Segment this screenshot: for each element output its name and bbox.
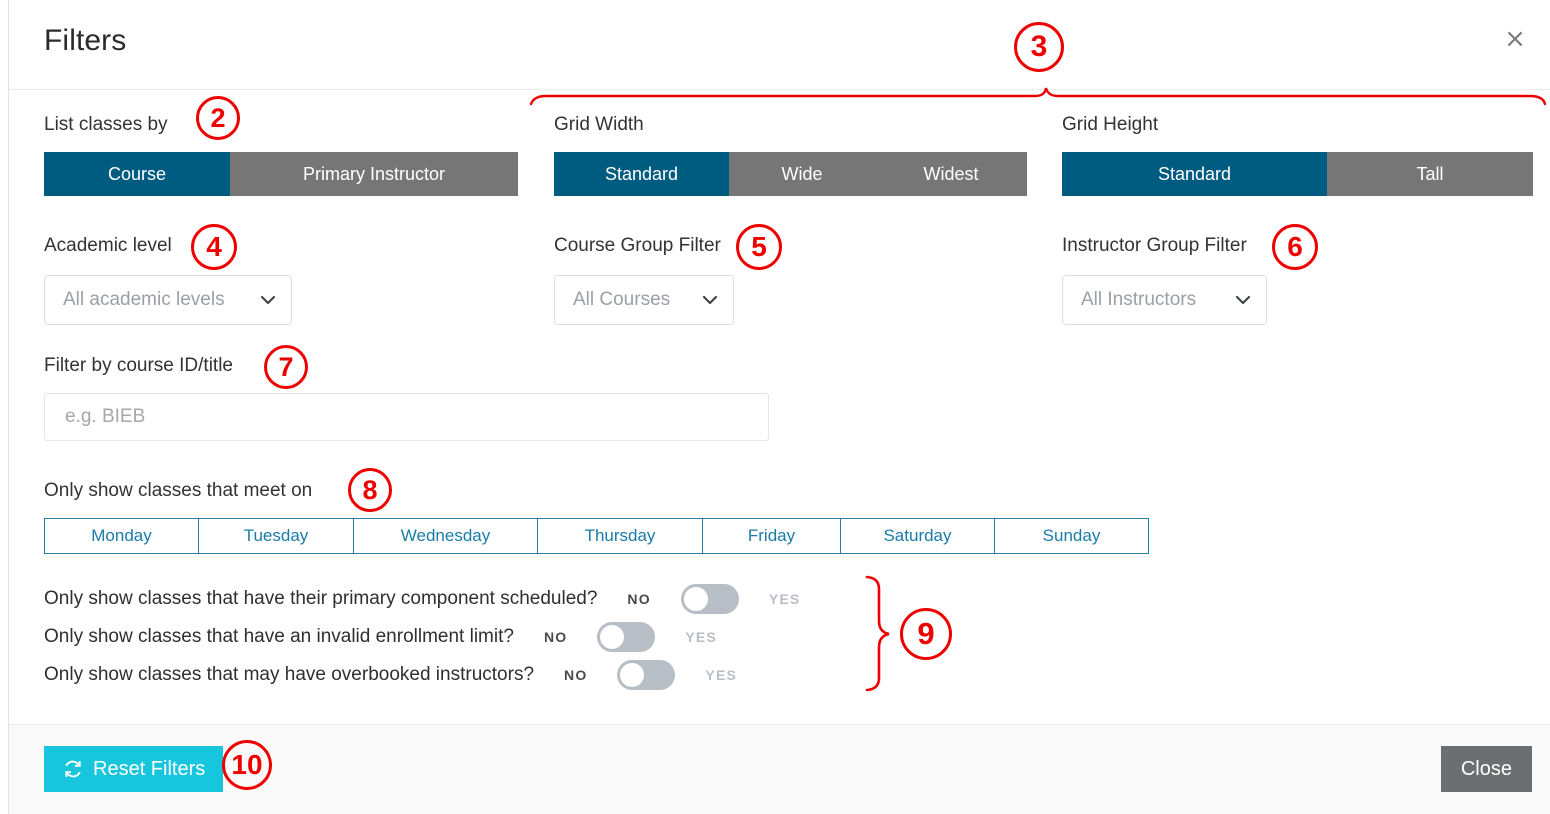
day-button-friday[interactable]: Friday [703, 519, 841, 553]
close-icon[interactable]: × [1498, 22, 1532, 56]
toggle-no-label: NO [544, 629, 567, 645]
course-group-filter-value: All Courses [573, 289, 670, 311]
grid-width-option-wide[interactable]: Wide [729, 152, 875, 196]
reset-filters-button[interactable]: Reset Filters [44, 746, 223, 792]
chevron-down-icon [1234, 291, 1252, 309]
day-button-wednesday[interactable]: Wednesday [354, 519, 538, 553]
grid-height-option-standard[interactable]: Standard [1062, 152, 1327, 196]
toggle-primary-component[interactable] [681, 584, 739, 614]
grid-width-group: Standard Wide Widest [554, 152, 1027, 196]
refresh-icon [62, 758, 84, 780]
instructor-group-filter-value: All Instructors [1081, 289, 1196, 311]
reset-filters-label: Reset Filters [93, 758, 205, 781]
toggle-no-label: NO [564, 667, 587, 683]
modal-header: Filters × [9, 0, 1550, 90]
grid-width-option-widest[interactable]: Widest [875, 152, 1027, 196]
toggle-row-primary-component: Only show classes that have their primar… [44, 584, 800, 614]
course-id-filter-input-wrap[interactable] [44, 393, 769, 441]
toggle-knob [684, 587, 708, 611]
meet-on-label: Only show classes that meet on [44, 480, 312, 502]
instructor-group-filter-select[interactable]: All Instructors [1062, 275, 1267, 325]
grid-width-label: Grid Width [554, 114, 644, 136]
toggle-row-overbooked-instructors: Only show classes that may have overbook… [44, 660, 737, 690]
toggle-knob [600, 625, 624, 649]
filters-modal-screenshot: Filters × List classes by Grid Width Gri… [0, 0, 1550, 814]
toggle-no-label: NO [627, 591, 650, 607]
list-classes-by-option-course[interactable]: Course [44, 152, 230, 196]
toggle-invalid-enrollment-limit[interactable] [597, 622, 655, 652]
course-group-filter-label: Course Group Filter [554, 235, 721, 257]
list-classes-by-group: Course Primary Instructor [44, 152, 518, 196]
chevron-down-icon [701, 291, 719, 309]
toggle-yes-label: YES [685, 629, 717, 645]
toggle-label-overbooked-instructors: Only show classes that may have overbook… [44, 664, 534, 686]
modal-footer: Reset Filters Close [9, 724, 1550, 814]
toggle-overbooked-instructors[interactable] [617, 660, 675, 690]
toggle-label-primary-component: Only show classes that have their primar… [44, 588, 597, 610]
day-button-tuesday[interactable]: Tuesday [199, 519, 354, 553]
meet-on-day-group: Monday Tuesday Wednesday Thursday Friday… [44, 518, 1149, 554]
academic-level-select[interactable]: All academic levels [44, 275, 292, 325]
grid-height-group: Standard Tall [1062, 152, 1533, 196]
academic-level-label: Academic level [44, 235, 172, 257]
day-button-sunday[interactable]: Sunday [995, 519, 1148, 553]
modal-body: List classes by Grid Width Grid Height C… [9, 90, 1550, 724]
toggle-yes-label: YES [769, 591, 801, 607]
close-button[interactable]: Close [1441, 746, 1532, 792]
course-group-filter-select[interactable]: All Courses [554, 275, 734, 325]
list-classes-by-label: List classes by [44, 114, 168, 136]
day-button-monday[interactable]: Monday [45, 519, 199, 553]
day-button-thursday[interactable]: Thursday [538, 519, 703, 553]
chevron-down-icon [259, 291, 277, 309]
course-id-filter-label: Filter by course ID/title [44, 355, 233, 377]
toggle-knob [620, 663, 644, 687]
grid-height-option-tall[interactable]: Tall [1327, 152, 1533, 196]
grid-width-option-standard[interactable]: Standard [554, 152, 729, 196]
academic-level-value: All academic levels [63, 289, 225, 311]
page-title: Filters [44, 24, 126, 58]
toggle-label-invalid-enrollment-limit: Only show classes that have an invalid e… [44, 626, 514, 648]
course-id-filter-input[interactable] [63, 405, 750, 429]
list-classes-by-option-primary-instructor[interactable]: Primary Instructor [230, 152, 518, 196]
day-button-saturday[interactable]: Saturday [841, 519, 995, 553]
grid-height-label: Grid Height [1062, 114, 1158, 136]
toggle-row-invalid-enrollment-limit: Only show classes that have an invalid e… [44, 622, 717, 652]
instructor-group-filter-label: Instructor Group Filter [1062, 235, 1247, 257]
toggle-yes-label: YES [705, 667, 737, 683]
